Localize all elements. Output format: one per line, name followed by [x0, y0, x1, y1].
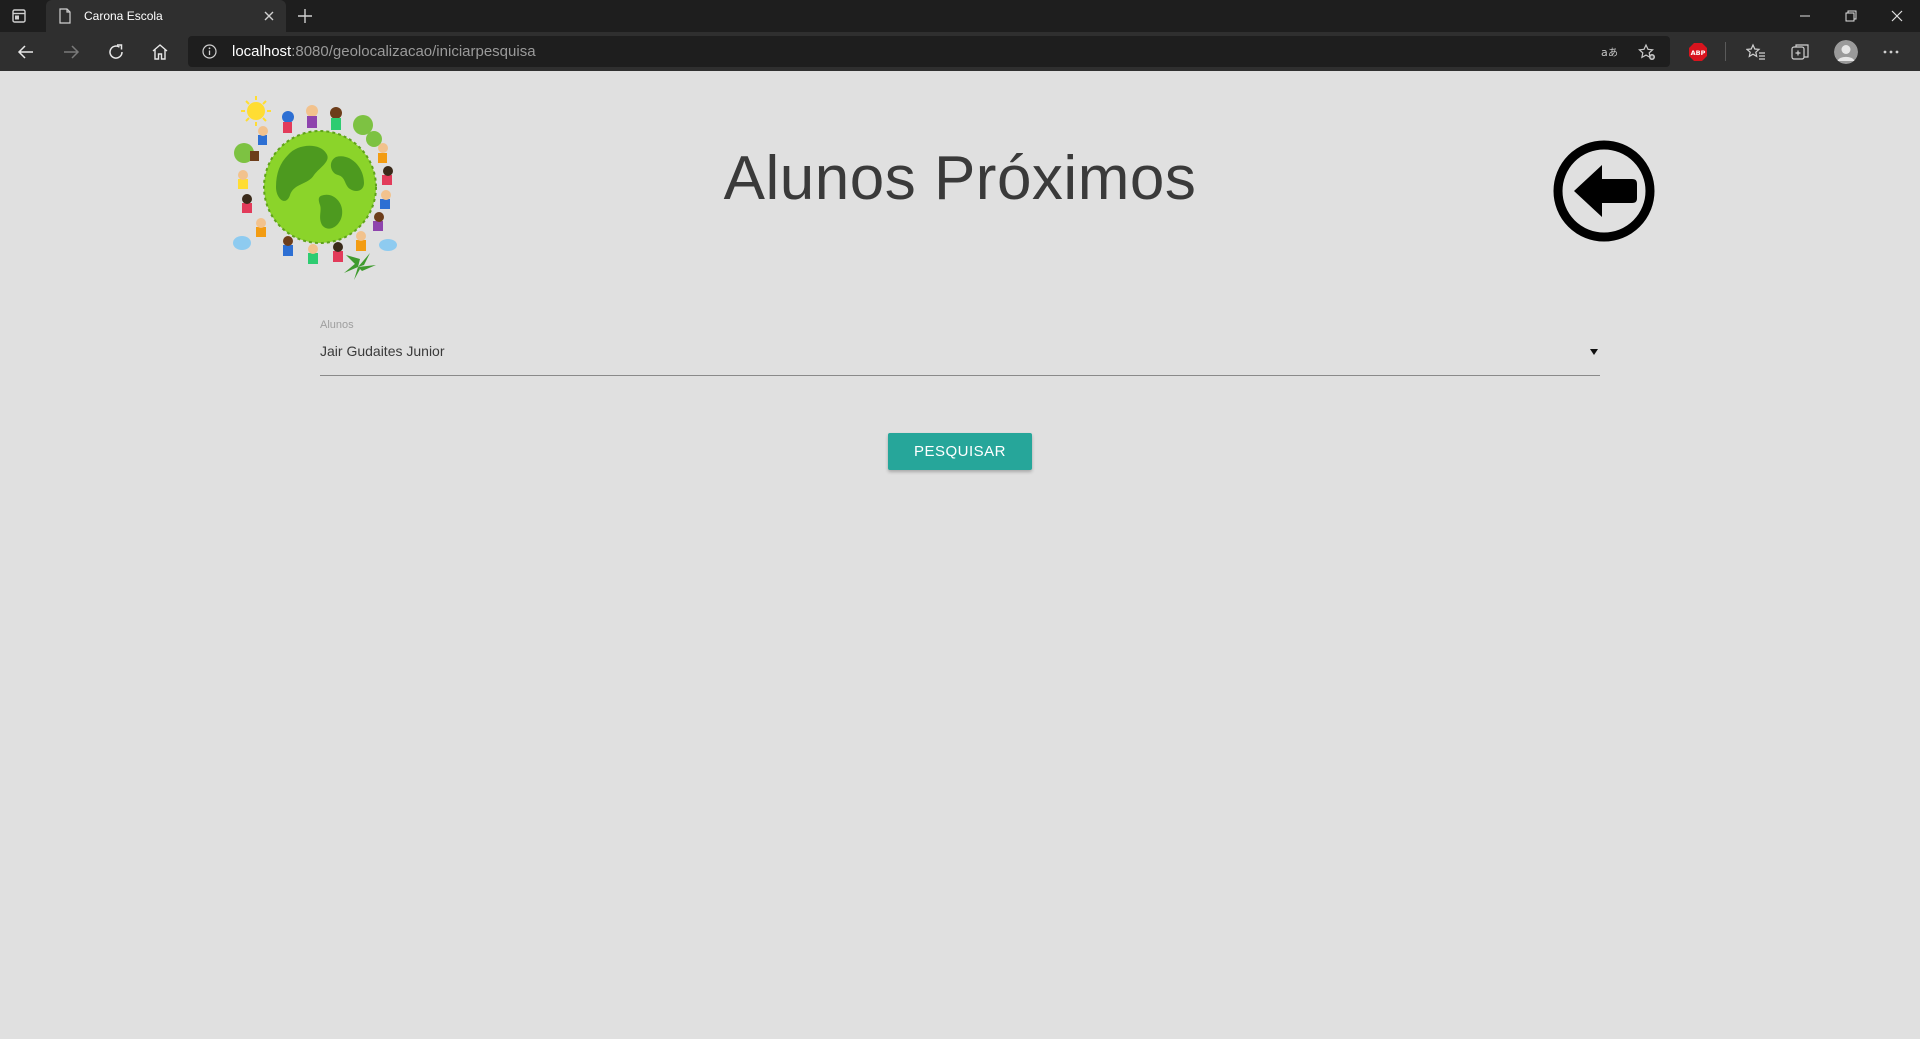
- page-title: Alunos Próximos: [723, 144, 1197, 213]
- home-icon: [152, 44, 168, 60]
- info-icon[interactable]: [202, 44, 217, 59]
- students-select-field: Alunos Jair Gudaites Junior: [320, 319, 1600, 379]
- url-path: :8080/geolocalizacao/iniciarpesquisa: [291, 43, 536, 60]
- selected-student: Jair Gudaites Junior: [320, 343, 445, 359]
- reload-button[interactable]: [104, 40, 128, 64]
- profile-avatar[interactable]: [1834, 40, 1858, 64]
- url-host: localhost: [232, 43, 292, 60]
- globe-children-logo: [233, 96, 397, 280]
- page-content: Alunos Próximos Alunos Jair Gudaites Jun…: [0, 71, 1920, 1039]
- new-tab-icon[interactable]: [296, 7, 314, 25]
- window-restore-button[interactable]: [1828, 0, 1874, 32]
- browser-toolbar: localhost:8080/geolocalizacao/iniciarpes…: [0, 32, 1920, 71]
- search-button[interactable]: PESQUISAR: [888, 433, 1032, 470]
- address-bar[interactable]: localhost:8080/geolocalizacao/iniciarpes…: [188, 36, 1670, 67]
- adblock-plus-icon[interactable]: ABP: [1688, 42, 1708, 62]
- caret-down-icon: [1590, 349, 1598, 355]
- read-aloud-icon[interactable]: aあ: [1600, 43, 1618, 61]
- add-favorite-icon[interactable]: [1638, 43, 1656, 61]
- svg-text:a: a: [1601, 46, 1608, 59]
- students-select[interactable]: Jair Gudaites Junior: [320, 335, 1600, 376]
- back-arrow-circle-icon[interactable]: [1552, 139, 1656, 243]
- tab-title: Carona Escola: [84, 9, 163, 23]
- arrow-left-icon: [17, 45, 33, 59]
- forward-button[interactable]: [59, 40, 83, 64]
- svg-text:あ: あ: [1608, 47, 1618, 59]
- toolbar-separator: [1725, 42, 1726, 61]
- arrow-right-icon: [64, 45, 80, 59]
- browser-tab-bar: Carona Escola: [0, 0, 1920, 32]
- home-button[interactable]: [148, 40, 172, 64]
- browser-tab-active[interactable]: Carona Escola: [46, 0, 286, 32]
- reload-icon: [109, 44, 123, 59]
- window-minimize-button[interactable]: [1782, 0, 1828, 32]
- favorites-icon[interactable]: [1746, 42, 1766, 62]
- collections-icon[interactable]: [1790, 42, 1810, 62]
- page-icon: [59, 8, 71, 24]
- abp-label: ABP: [1691, 49, 1706, 57]
- url-text[interactable]: localhost:8080/geolocalizacao/iniciarpes…: [232, 36, 536, 67]
- window-close-button[interactable]: [1874, 0, 1920, 32]
- tab-close-icon[interactable]: [262, 9, 276, 23]
- more-options-icon[interactable]: [1881, 42, 1901, 62]
- tab-actions-icon[interactable]: [10, 7, 28, 25]
- students-select-label: Alunos: [320, 319, 354, 331]
- back-button[interactable]: [14, 40, 38, 64]
